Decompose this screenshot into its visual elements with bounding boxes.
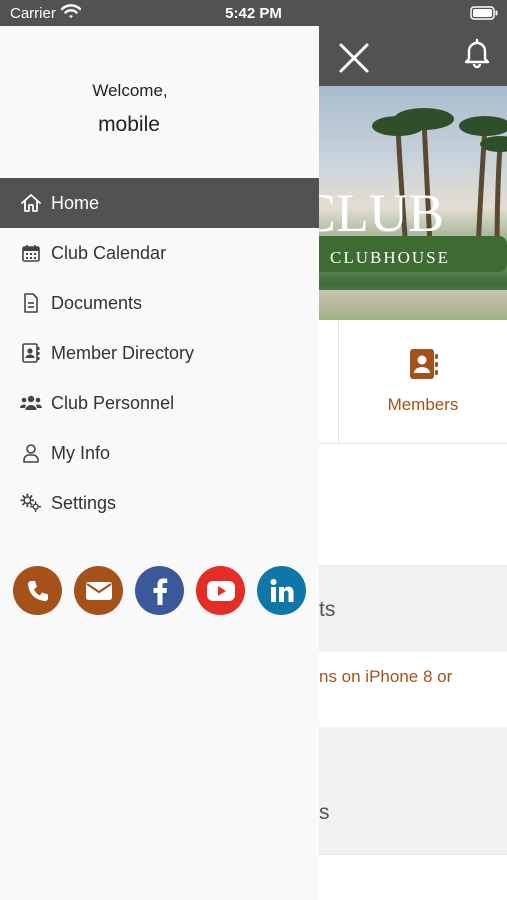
facebook-icon[interactable] [135,566,184,615]
nav-label: My Info [51,442,111,463]
members-icon[interactable] [409,348,439,380]
battery-icon [470,6,498,25]
home-icon [20,192,42,214]
nav-item-member-directory[interactable]: Member Directory [0,328,319,378]
nav-item-home[interactable]: Home [0,178,319,228]
linkedin-icon[interactable] [257,566,306,615]
nav-item-club-personnel[interactable]: Club Personnel [0,378,319,428]
section-header-text: ts [319,598,336,621]
close-icon[interactable] [336,40,372,76]
envelope-icon[interactable] [74,566,123,615]
members-tile-label[interactable]: Members [339,395,507,415]
gears-icon [20,492,42,514]
drawer-nav: Home Club Calendar Documents Member Dire… [0,178,319,528]
hero-title: CLUB [300,183,445,243]
username: mobile [98,113,160,136]
nav-label: Home [51,192,100,213]
side-drawer: Welcome, mobile Home Club Calendar Docum… [0,26,319,900]
nav-label: Documents [51,292,143,313]
nav-label: Club Calendar [51,242,167,263]
user-icon [20,442,42,464]
tile-divider [338,320,339,444]
status-bar: Carrier 5:42 PM [0,0,507,26]
notice-text[interactable]: ns on iPhone 8 or [319,667,452,687]
nav-label: Settings [51,492,117,513]
calendar-icon [20,242,42,264]
bell-icon[interactable] [461,37,493,69]
nav-item-documents[interactable]: Documents [0,278,319,328]
welcome-text: Welcome, [92,81,168,100]
document-icon [20,292,42,314]
social-links [0,566,319,616]
nav-label: Member Directory [51,342,195,363]
nav-item-club-calendar[interactable]: Club Calendar [0,228,319,278]
youtube-icon[interactable] [196,566,245,615]
phone-icon[interactable] [13,566,62,615]
contact-book-icon [20,342,42,364]
nav-item-settings[interactable]: Settings [0,478,319,528]
clock: 5:42 PM [225,5,282,22]
section-header-text: s [319,801,330,824]
hero-subtitle: CLUBHOUSE [330,248,451,267]
nav-label: Club Personnel [51,392,175,413]
people-icon [20,392,42,414]
nav-item-my-info[interactable]: My Info [0,428,319,478]
